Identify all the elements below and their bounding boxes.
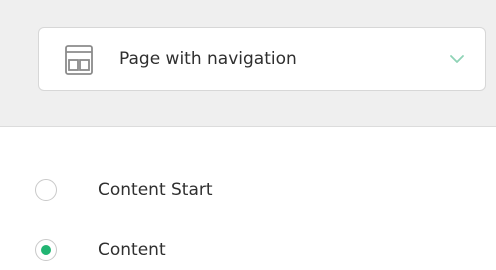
layout-select[interactable]: Page with navigation <box>38 27 486 91</box>
layout-header-panel: Page with navigation <box>0 0 496 127</box>
radio-button-content-start[interactable] <box>35 179 57 201</box>
layout-page-icon <box>62 42 96 78</box>
chevron-down-icon-svg <box>450 55 464 63</box>
radio-label-content: Content <box>98 240 166 260</box>
layout-select-value: Page with navigation <box>119 49 297 69</box>
radio-label-content-start: Content Start <box>98 180 213 200</box>
radio-option-content[interactable]: Content <box>0 230 496 270</box>
radio-button-content[interactable] <box>35 239 57 261</box>
layout-page-icon-svg <box>65 45 93 75</box>
chevron-down-icon <box>447 49 467 69</box>
radio-option-content-start[interactable]: Content Start <box>0 170 496 210</box>
